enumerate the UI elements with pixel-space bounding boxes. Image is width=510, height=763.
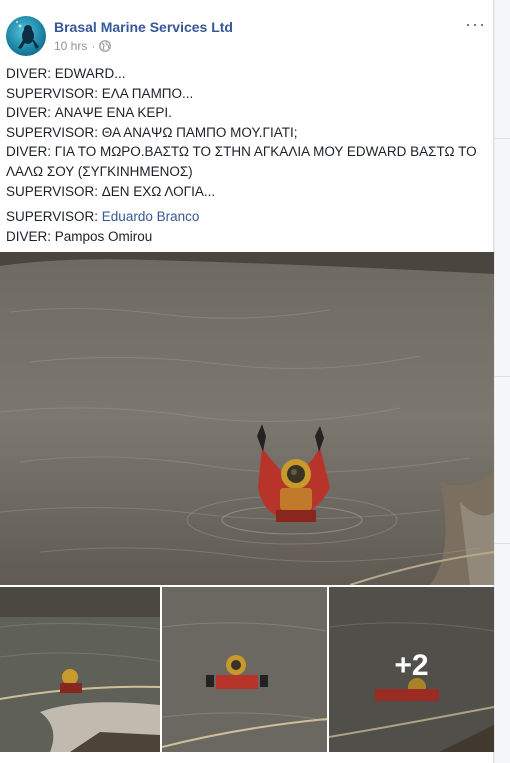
post-card: Brasal Marine Services Ltd 10 hrs · ··· … <box>0 0 494 763</box>
diver-logo-icon <box>16 21 39 49</box>
photo-thumbnail[interactable] <box>0 587 160 752</box>
more-options-icon[interactable]: ··· <box>465 14 486 35</box>
rail-divider <box>495 138 510 139</box>
page-avatar[interactable] <box>6 16 46 56</box>
post-timestamp[interactable]: 10 hrs <box>54 39 87 53</box>
river-diver-photo <box>0 252 494 585</box>
more-photos-thumbnail[interactable]: +2 <box>329 587 494 752</box>
page-name-link[interactable]: Brasal Marine Services Ltd <box>54 19 233 35</box>
post-line: DIVER: EDWARD... <box>6 66 126 81</box>
post-line: DIVER: ΑΝΑΨΕ ΕΝΑ ΚΕΡΙ. <box>6 105 172 121</box>
post-line: SUPERVISOR: ΘΑ ΑΝΑΨΩ ΠΑΜΠΟ ΜΟΥ.ΓΙΑΤΙ; <box>6 124 298 140</box>
photo-thumbnail[interactable] <box>162 587 327 752</box>
credit-line: SUPERVISOR: Eduardo Branco <box>6 207 490 227</box>
supervisor-tag-link[interactable]: Eduardo Branco <box>102 209 200 224</box>
meta-separator: · <box>91 39 96 53</box>
post-meta: 10 hrs · <box>54 39 112 53</box>
right-rail <box>495 0 510 763</box>
globe-icon[interactable] <box>99 40 112 52</box>
main-photo[interactable] <box>0 252 494 585</box>
credit-line: DIVER: Pampos Omirou <box>6 227 490 247</box>
post-line: SUPERVISOR: ΕΛΑ ΠΑΜΠΟ... <box>6 85 194 101</box>
post-text: DIVER: EDWARD... SUPERVISOR: ΕΛΑ ΠΑΜΠΟ..… <box>6 64 490 246</box>
diver-name: Pampos Omirou <box>54 228 153 244</box>
post-line: DIVER: ΓΙΑ ΤΟ ΜΩΡΟ.ΒΑΣΤΩ ΤΟ ΣΤΗΝ ΑΓΚΑΛΙΑ… <box>6 144 477 179</box>
rail-divider <box>495 543 510 544</box>
more-photos-count: +2 <box>394 649 429 682</box>
post-header: Brasal Marine Services Ltd 10 hrs · ··· <box>6 14 490 60</box>
credit-role: DIVER: <box>6 228 52 244</box>
post-line: SUPERVISOR: ΔΕΝ ΕΧΩ ΛΟΓΙΑ... <box>6 183 216 199</box>
rail-divider <box>495 376 510 377</box>
credit-role: SUPERVISOR: <box>6 209 99 225</box>
